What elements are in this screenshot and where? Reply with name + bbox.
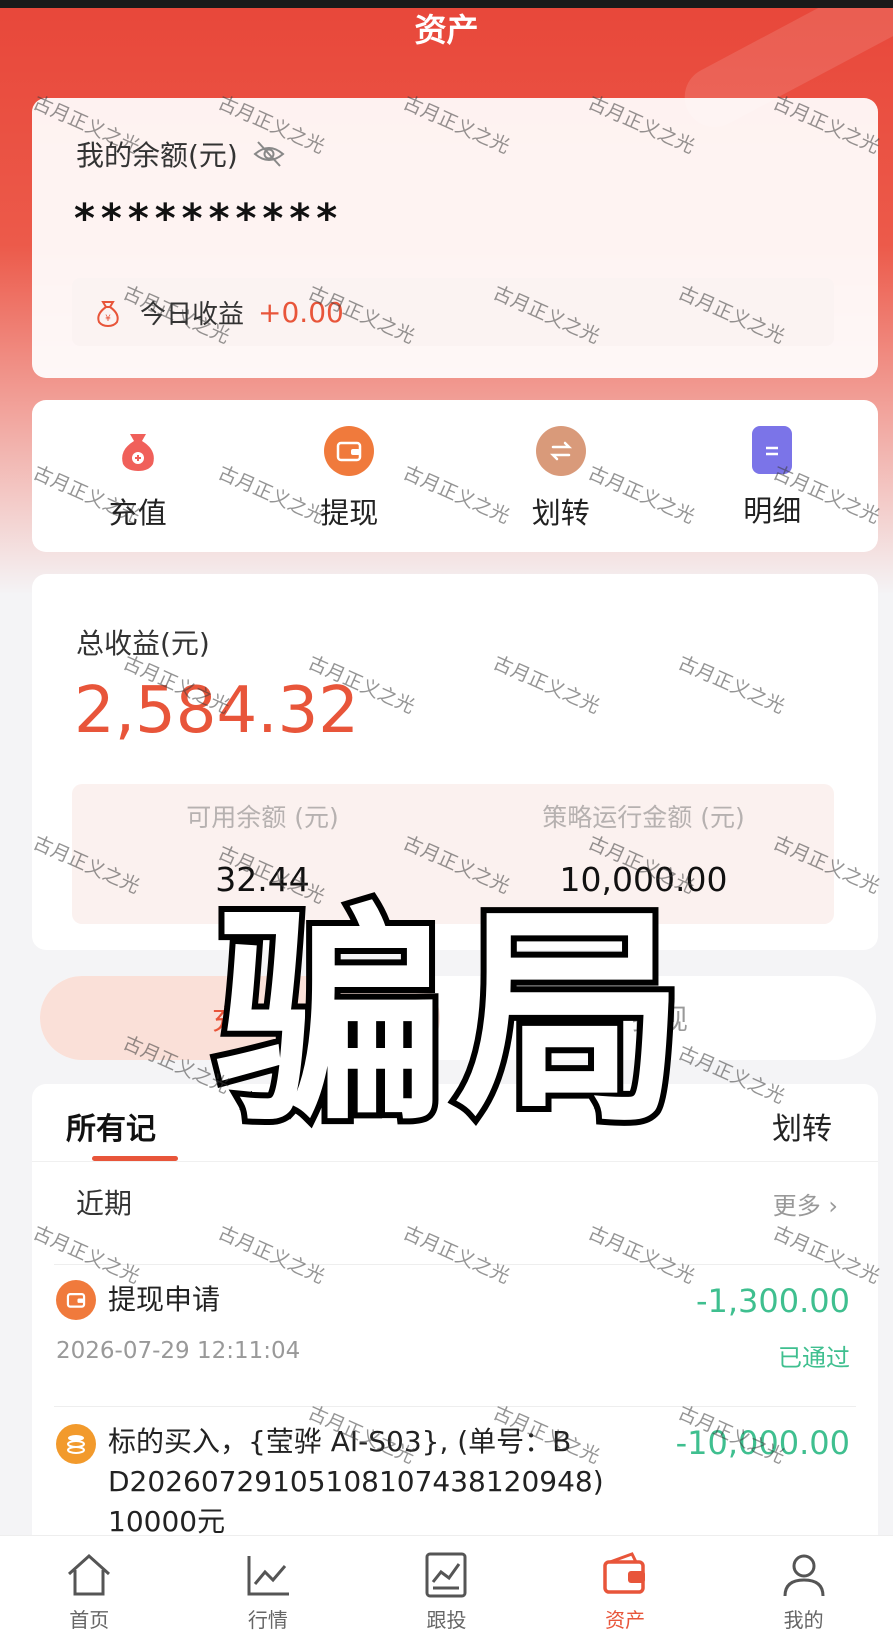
money-bag-icon xyxy=(113,426,163,476)
tab-all-records[interactable]: 所有记 xyxy=(66,1104,156,1148)
nav-market-label: 行情 xyxy=(247,1608,288,1632)
record-amount: -1,300.00 xyxy=(695,1282,850,1320)
record-item[interactable]: 提现申请 2026-07-29 12:11:04 -1,300.00 已通过 xyxy=(32,1280,878,1410)
scam-overlay-text: 骗局 xyxy=(209,884,695,1156)
asset-page: 资产 我的余额(元) ********** ¥ 今日收益 +0.00 充值 提现… xyxy=(0,0,893,1645)
recharge-button[interactable]: 充值 xyxy=(32,400,244,552)
nav-profile[interactable]: 我的 xyxy=(714,1536,893,1645)
balance-label-row: 我的余额(元) xyxy=(76,134,286,174)
quick-actions-card: 充值 提现 划转 明细 xyxy=(32,400,878,552)
today-income-value: +0.00 xyxy=(258,295,344,329)
total-income-value: 2,584.32 xyxy=(74,674,359,748)
nav-profile-label: 我的 xyxy=(783,1608,824,1632)
divider xyxy=(54,1264,856,1265)
active-tab-indicator xyxy=(92,1156,178,1161)
nav-home[interactable]: 首页 xyxy=(0,1536,179,1645)
nav-market[interactable]: 行情 xyxy=(179,1536,358,1645)
balance-card: 我的余额(元) ********** ¥ 今日收益 +0.00 xyxy=(32,98,878,378)
balance-value: ********** xyxy=(74,196,344,242)
profile-icon xyxy=(783,1554,825,1597)
recent-header: 近期 更多 › xyxy=(32,1182,878,1234)
tab-transfer[interactable]: 划转 xyxy=(772,1104,832,1148)
chart-icon xyxy=(247,1556,289,1596)
details-label: 明细 xyxy=(743,494,802,528)
recharge-label: 充值 xyxy=(108,496,167,530)
strategy-amount-label: 策略运行金额 (元) xyxy=(542,803,745,832)
strategy-amount: 策略运行金额 (元) 10,000.00 xyxy=(453,798,834,899)
wallet-icon xyxy=(56,1280,96,1320)
nav-assets-label: 资产 xyxy=(605,1608,646,1632)
balance-label: 我的余额(元) xyxy=(76,139,238,172)
record-title: 标的买入，{莹骅 AI-S03}, (单号：B xyxy=(108,1425,572,1458)
total-income-label: 总收益(元) xyxy=(76,627,210,660)
records-card: 所有记 划转 近期 更多 › 提现申请 2026-07-29 12:11:04 … xyxy=(32,1084,878,1564)
today-income-box: ¥ 今日收益 +0.00 xyxy=(72,278,834,346)
transfer-button[interactable]: 划转 xyxy=(455,400,667,552)
wallet-icon xyxy=(603,1552,646,1594)
nav-follow[interactable]: 跟投 xyxy=(357,1536,536,1645)
divider xyxy=(54,1406,856,1407)
today-income-label: 今日收益 xyxy=(140,299,245,330)
transfer-label: 划转 xyxy=(531,496,590,530)
svg-text:¥: ¥ xyxy=(105,314,111,324)
coins-icon xyxy=(56,1424,96,1464)
nav-follow-label: 跟投 xyxy=(426,1608,467,1632)
record-title: 提现申请 xyxy=(108,1283,221,1316)
available-balance-label: 可用余额 (元) xyxy=(186,803,339,832)
nav-assets[interactable]: 资产 xyxy=(536,1536,715,1645)
withdraw-label: 提现 xyxy=(320,496,379,530)
withdraw-button[interactable]: 提现 xyxy=(244,400,456,552)
chevron-right-icon: › xyxy=(820,1192,838,1220)
swap-icon xyxy=(535,426,586,476)
page-title: 资产 xyxy=(414,11,479,49)
wallet-icon xyxy=(324,426,375,476)
details-button[interactable]: 明细 xyxy=(667,400,879,552)
record-status: 已通过 xyxy=(778,1344,850,1372)
status-strip xyxy=(0,0,893,8)
money-bag-icon: ¥ xyxy=(97,301,119,328)
eye-hidden-icon[interactable] xyxy=(252,137,286,171)
more-link[interactable]: 更多 › xyxy=(773,1186,838,1221)
more-label: 更多 xyxy=(772,1192,821,1220)
record-time: 2026-07-29 12:11:04 xyxy=(56,1338,301,1364)
available-balance: 可用余额 (元) 32.44 xyxy=(72,798,453,899)
home-icon xyxy=(68,1553,111,1596)
bottom-nav: 首页 行情 跟投 资产 我的 xyxy=(0,1535,893,1645)
follow-icon xyxy=(425,1552,467,1598)
nav-home-label: 首页 xyxy=(69,1608,110,1632)
recent-label: 近期 xyxy=(76,1187,133,1220)
record-amount: -10,000.00 xyxy=(675,1424,850,1462)
document-icon xyxy=(752,426,793,474)
record-order-number: D20260729105108107438120948) xyxy=(108,1465,604,1498)
